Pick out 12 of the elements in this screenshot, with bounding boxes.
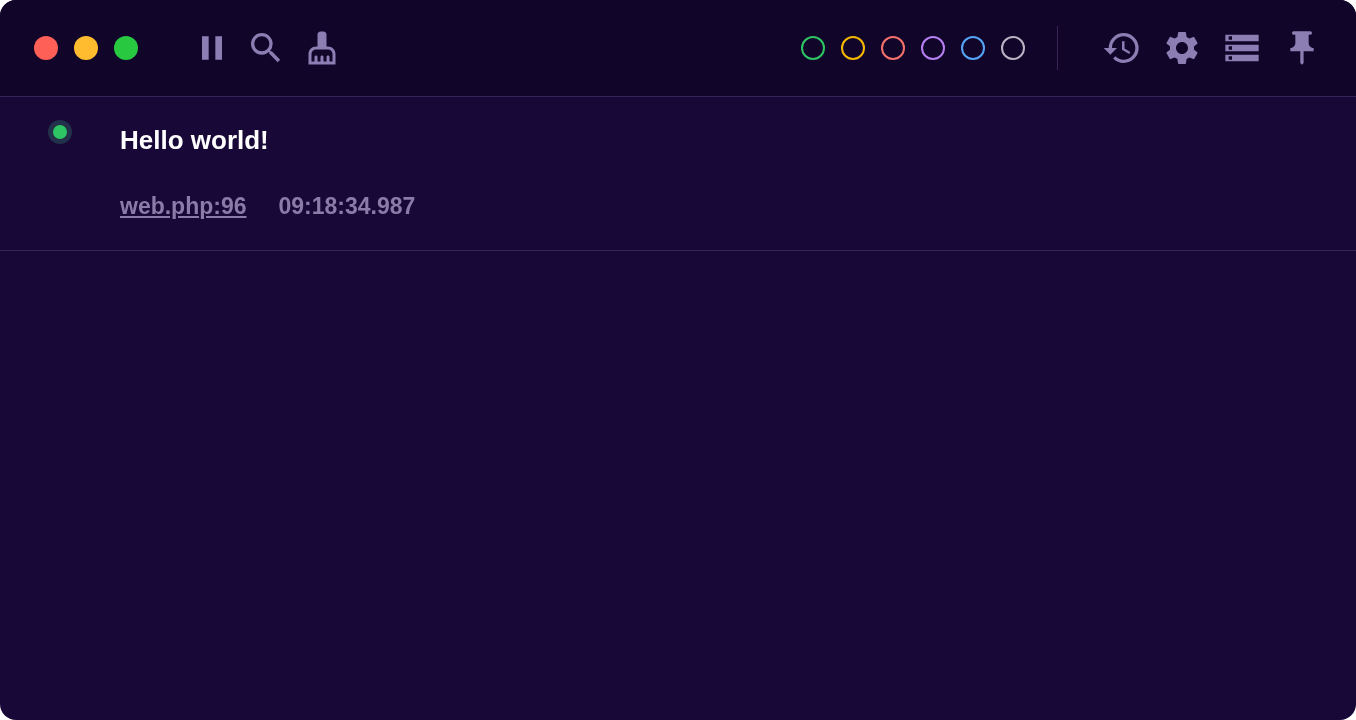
minimize-button[interactable] [74, 36, 98, 60]
log-message: Hello world! [120, 124, 270, 157]
color-filter-button[interactable] [841, 36, 865, 60]
source-link[interactable]: web.php:96 [120, 193, 247, 220]
timestamp: 09:18:34.987 [278, 193, 416, 220]
close-button[interactable] [34, 36, 58, 60]
color-filter-button[interactable] [1001, 36, 1025, 60]
color-filter-button[interactable] [961, 36, 985, 60]
color-filter-button[interactable] [921, 36, 945, 60]
color-filter-button[interactable] [881, 36, 905, 60]
maximize-button[interactable] [114, 36, 138, 60]
color-filter-button[interactable] [801, 36, 825, 60]
